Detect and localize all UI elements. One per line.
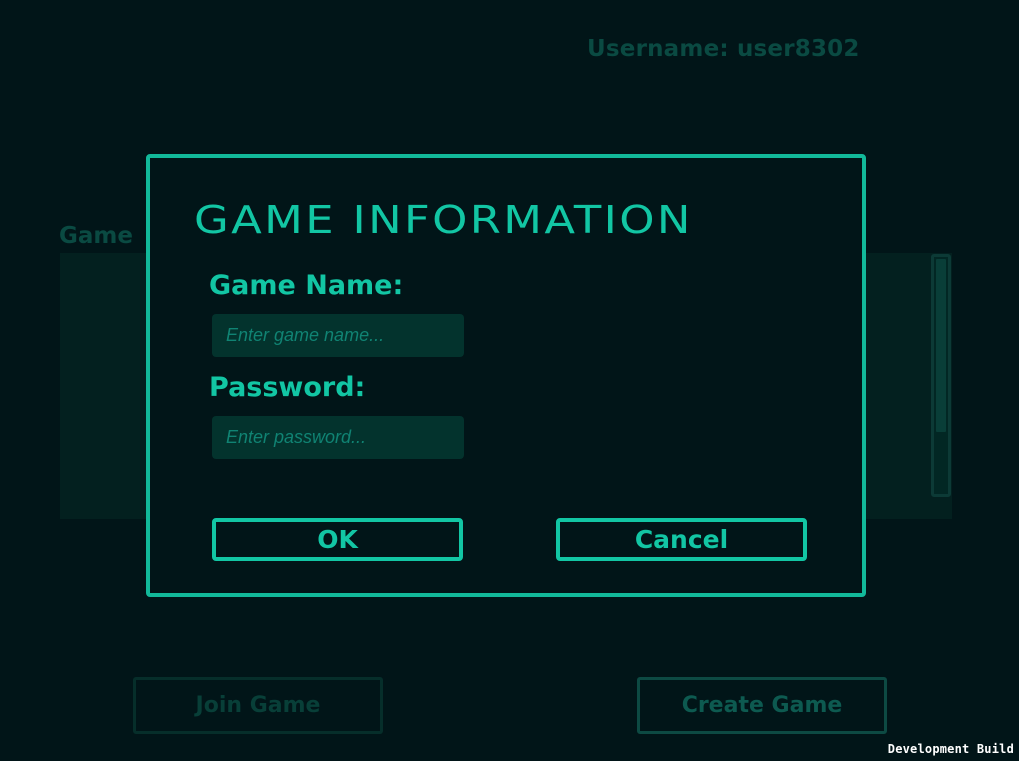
username-label: Username: user8302 bbox=[587, 36, 860, 62]
game-name-label: Game Name: bbox=[209, 270, 404, 301]
game-screen: Username: user8302 Game Join Game Create… bbox=[0, 0, 1019, 761]
password-input[interactable] bbox=[212, 416, 464, 459]
development-build-label: Development Build bbox=[887, 742, 1014, 756]
password-label: Password: bbox=[209, 372, 366, 403]
create-game-button: Create Game bbox=[637, 677, 887, 734]
cancel-button[interactable]: Cancel bbox=[556, 518, 807, 561]
ok-button[interactable]: OK bbox=[212, 518, 463, 561]
game-list-scrollbar bbox=[931, 254, 951, 497]
scrollbar-handle bbox=[936, 259, 946, 432]
game-information-dialog: Game Information Game Name: Password: OK… bbox=[146, 154, 866, 597]
game-list-title: Game bbox=[59, 223, 133, 249]
game-name-input[interactable] bbox=[212, 314, 464, 357]
join-game-button: Join Game bbox=[133, 677, 383, 734]
dialog-title: Game Information bbox=[194, 198, 693, 242]
